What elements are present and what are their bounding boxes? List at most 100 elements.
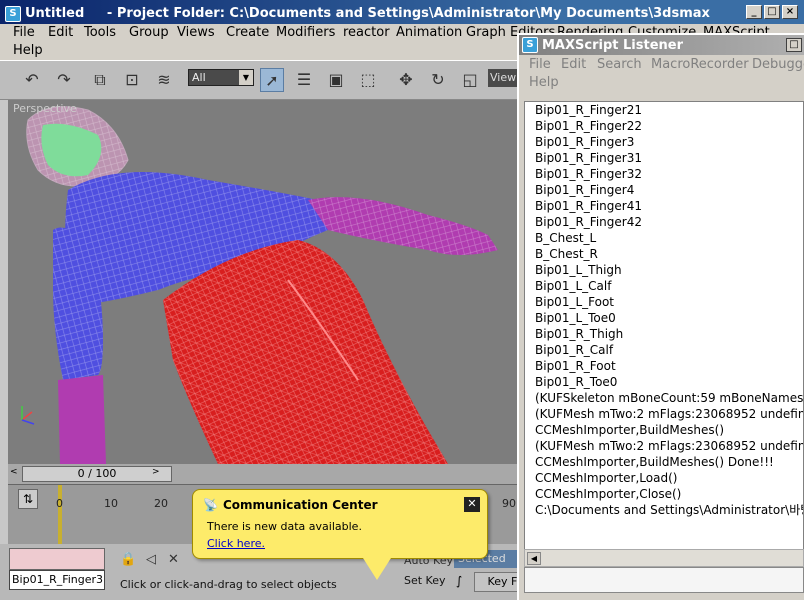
maxscript-menu-search[interactable]: Search: [597, 57, 642, 72]
menu-file[interactable]: File: [13, 25, 35, 40]
output-line: Bip01_R_Calf: [535, 343, 614, 357]
window-title-bar[interactable]: S Untitled - Project Folder: C:\Document…: [0, 0, 804, 27]
maxscript-menu-edit[interactable]: Edit: [561, 57, 586, 72]
maxscript-app-icon[interactable]: S: [522, 37, 538, 53]
undo-icon[interactable]: ↶: [20, 68, 44, 92]
menu-views[interactable]: Views: [177, 25, 215, 40]
x-field-icon: ✕: [168, 552, 179, 567]
time-slider-bar: < 0 / 100 >: [8, 464, 520, 484]
output-line: Bip01_L_Foot: [535, 295, 615, 309]
character-mesh-render: [21, 106, 498, 464]
current-frame-marker[interactable]: [58, 485, 62, 545]
select-object-icon[interactable]: ➚: [260, 68, 284, 92]
reference-coordinate-dropdown[interactable]: View: [488, 69, 518, 87]
unlink-icon[interactable]: ⊡: [120, 68, 144, 92]
satellite-icon: 📡: [203, 498, 218, 512]
tick-label: 90: [502, 497, 516, 510]
output-line: B_Chest_L: [535, 231, 597, 245]
slider-left-arrow-icon[interactable]: <: [10, 467, 18, 477]
output-line: (KUFMesh mTwo:2 mFlags:23068952 undefine…: [535, 439, 804, 453]
balloon-tail: [363, 558, 391, 580]
set-key-button[interactable]: Set Key: [404, 574, 446, 587]
select-and-link-icon[interactable]: ⧉: [88, 68, 112, 92]
output-line: Bip01_R_Finger21: [535, 103, 642, 117]
lock-icon[interactable]: 🔒: [120, 552, 136, 567]
balloon-link[interactable]: Click here.: [207, 537, 265, 550]
maxscript-title: MAXScript Listener: [542, 37, 683, 53]
maxscript-input-pane[interactable]: [524, 567, 804, 593]
selected-object-name[interactable]: Bip01_R_Finger3: [9, 570, 105, 590]
balloon-title: Communication Center: [222, 498, 378, 512]
menu-reactor[interactable]: reactor: [343, 25, 390, 40]
output-line: B_Chest_R: [535, 247, 598, 261]
mini-curve-editor-icon[interactable]: ⇅: [18, 489, 38, 509]
minimize-button[interactable]: _: [746, 5, 762, 19]
output-line: Bip01_R_Finger3: [535, 135, 635, 149]
menu-modifiers[interactable]: Modifiers: [276, 25, 335, 40]
menu-group[interactable]: Group: [129, 25, 169, 40]
output-line: Bip01_L_Thigh: [535, 263, 622, 277]
output-line: Bip01_R_Toe0: [535, 375, 618, 389]
slider-right-arrow-icon[interactable]: >: [152, 467, 160, 477]
selection-filter-dropdown[interactable]: All ▼: [188, 69, 254, 86]
time-slider-value: 0 / 100: [77, 467, 117, 480]
maxscript-menu-bar: File Edit Search MacroRecorder Debugger …: [519, 55, 804, 95]
time-slider[interactable]: 0 / 100: [22, 466, 172, 482]
output-line: CCMeshImporter,Close(): [535, 487, 682, 501]
maxscript-output-pane[interactable]: Bip01_R_Finger21 Bip01_R_Finger22 Bip01_R_…: [524, 101, 804, 551]
maxscript-menu-macrorecorder[interactable]: MacroRecorder: [651, 57, 749, 72]
scroll-left-arrow-icon[interactable]: ◀: [527, 552, 541, 565]
output-line: Bip01_R_Finger41: [535, 199, 642, 213]
selection-filter-value: All: [192, 71, 206, 84]
select-by-name-icon[interactable]: ☰: [292, 68, 316, 92]
chevron-down-icon[interactable]: ▼: [239, 70, 253, 85]
output-line: Bip01_L_Toe0: [535, 311, 616, 325]
output-line: CCMeshImporter,Load(): [535, 471, 678, 485]
key-tangent-icon[interactable]: ∫: [456, 574, 462, 588]
output-line: C:\Documents and Settings\Administrator\…: [535, 503, 804, 517]
3dsmax-app-icon[interactable]: S: [5, 5, 21, 22]
output-line: Bip01_R_Finger42: [535, 215, 642, 229]
output-line: Bip01_R_Finger31: [535, 151, 642, 165]
menu-help[interactable]: Help: [13, 43, 43, 58]
window-controls: _ □ ×: [746, 5, 798, 19]
perspective-viewport[interactable]: Perspective: [8, 100, 520, 464]
tick-label: 0: [56, 497, 63, 510]
maxscript-maximize-button[interactable]: □: [786, 38, 802, 52]
output-line: CCMeshImporter,BuildMeshes() Done!!!: [535, 455, 774, 469]
redo-icon[interactable]: ↷: [52, 68, 76, 92]
object-color-swatch[interactable]: [9, 548, 105, 570]
rectangular-region-icon[interactable]: ▣: [324, 68, 348, 92]
menu-tools[interactable]: Tools: [84, 25, 116, 40]
main-toolbar: ↶ ↷ ⧉ ⊡ ≋ All ▼ ➚ ☰ ▣ ⬚ ✥ ↻ ◱ View: [0, 60, 520, 100]
maxscript-title-bar[interactable]: S MAXScript Listener □: [519, 35, 804, 55]
balloon-header: 📡 Communication Center: [203, 498, 378, 512]
menu-edit[interactable]: Edit: [48, 25, 73, 40]
window-crossing-icon[interactable]: ⬚: [356, 68, 380, 92]
menu-create[interactable]: Create: [226, 25, 269, 40]
maximize-button[interactable]: □: [764, 5, 780, 19]
horizontal-scrollbar[interactable]: ◀: [524, 549, 804, 567]
output-line: Bip01_R_Finger22: [535, 119, 642, 133]
absolute-mode-icon[interactable]: ◁: [146, 552, 156, 567]
tick-label: 10: [104, 497, 118, 510]
maxscript-menu-file[interactable]: File: [529, 57, 551, 72]
scale-icon[interactable]: ◱: [458, 68, 482, 92]
bind-space-warp-icon[interactable]: ≋: [152, 68, 176, 92]
rotate-icon[interactable]: ↻: [426, 68, 450, 92]
balloon-message: There is new data available.: [207, 520, 362, 533]
menu-animation[interactable]: Animation: [396, 25, 462, 40]
close-button[interactable]: ×: [782, 5, 798, 19]
axis-gizmo-icon: [21, 406, 35, 425]
maxscript-listener-window: S MAXScript Listener □ File Edit Search …: [517, 33, 804, 600]
tick-label: 20: [154, 497, 168, 510]
output-line: Bip01_R_Thigh: [535, 327, 624, 341]
output-line: CCMeshImporter,BuildMeshes(): [535, 423, 725, 437]
maxscript-menu-help[interactable]: Help: [529, 75, 559, 90]
maxscript-menu-debugger[interactable]: Debugger: [752, 57, 804, 72]
move-icon[interactable]: ✥: [394, 68, 418, 92]
status-prompt: Click or click-and-drag to select object…: [120, 578, 337, 591]
window-title: Untitled - Project Folder: C:\Documents …: [25, 6, 710, 21]
viewport-label[interactable]: Perspective: [13, 102, 77, 115]
balloon-close-button[interactable]: ✕: [464, 497, 480, 512]
